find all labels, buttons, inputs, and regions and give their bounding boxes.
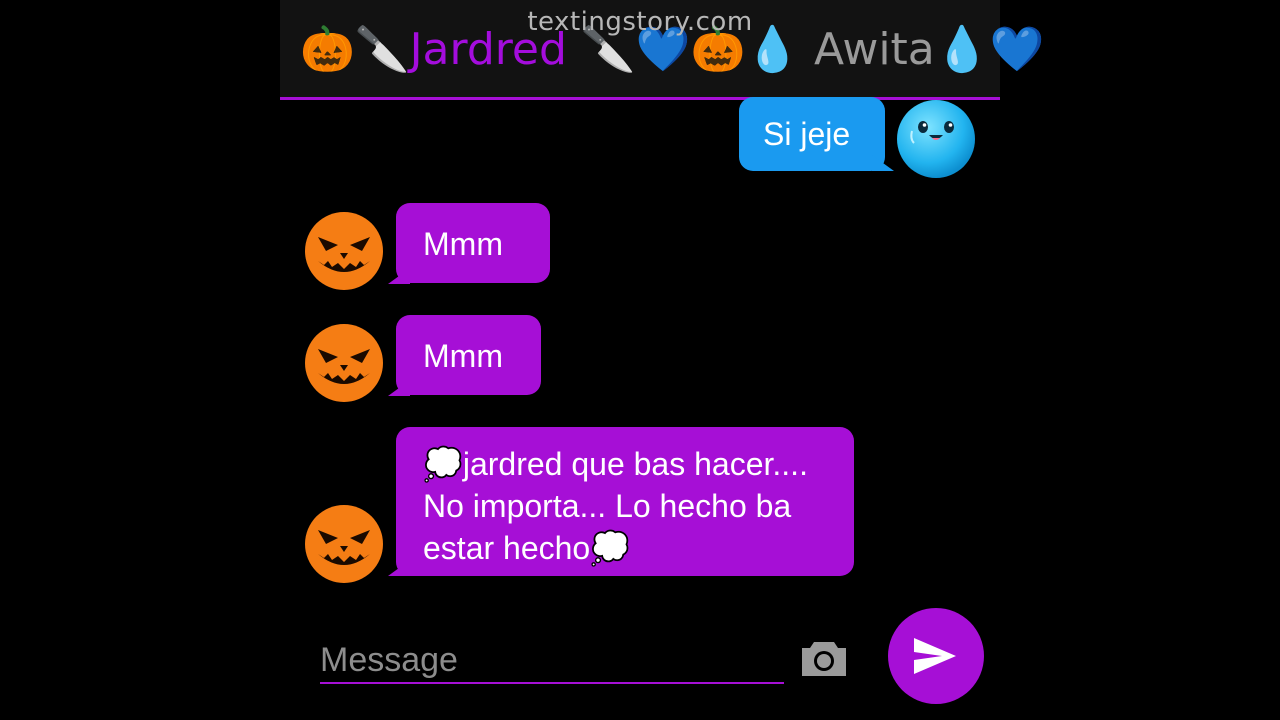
jack-o-lantern-icon	[305, 505, 383, 583]
message-text: Si jeje	[763, 116, 851, 152]
chat-header: 🎃🔪Jardred 🔪💙🎃💧 Awita💧💙 textingstory.com	[280, 0, 1044, 100]
camera-button[interactable]	[800, 638, 848, 678]
message-bubble-received[interactable]: Mmm	[396, 315, 541, 395]
avatar-awita[interactable]	[896, 99, 976, 179]
message-text: Mmm	[423, 338, 503, 374]
watermark: textingstory.com	[527, 7, 753, 37]
message-bubble-sent[interactable]: Si jeje	[739, 97, 885, 171]
avatar-jardred[interactable]	[304, 504, 384, 584]
message-text: 💭jardred que bas hacer.... No importa...…	[423, 446, 808, 566]
chat-window: 🎃🔪Jardred 🔪💙🎃💧 Awita💧💙 textingstory.com …	[280, 0, 1044, 720]
jack-o-lantern-icon	[305, 212, 383, 290]
send-button[interactable]	[888, 608, 984, 704]
message-bubble-received[interactable]: Mmm	[396, 203, 550, 283]
message-input[interactable]: Message	[320, 636, 784, 684]
message-text: Mmm	[423, 226, 503, 262]
bubble-tail	[872, 155, 894, 171]
screen: 🎃🔪Jardred 🔪💙🎃💧 Awita💧💙 textingstory.com …	[0, 0, 1280, 720]
message-bubble-received[interactable]: 💭jardred que bas hacer.... No importa...…	[396, 427, 854, 576]
camera-icon	[802, 642, 846, 676]
avatar-jardred[interactable]	[304, 211, 384, 291]
avatar-jardred[interactable]	[304, 323, 384, 403]
water-drop-face-icon	[897, 100, 975, 178]
jack-o-lantern-icon	[305, 324, 383, 402]
send-icon	[914, 638, 956, 674]
